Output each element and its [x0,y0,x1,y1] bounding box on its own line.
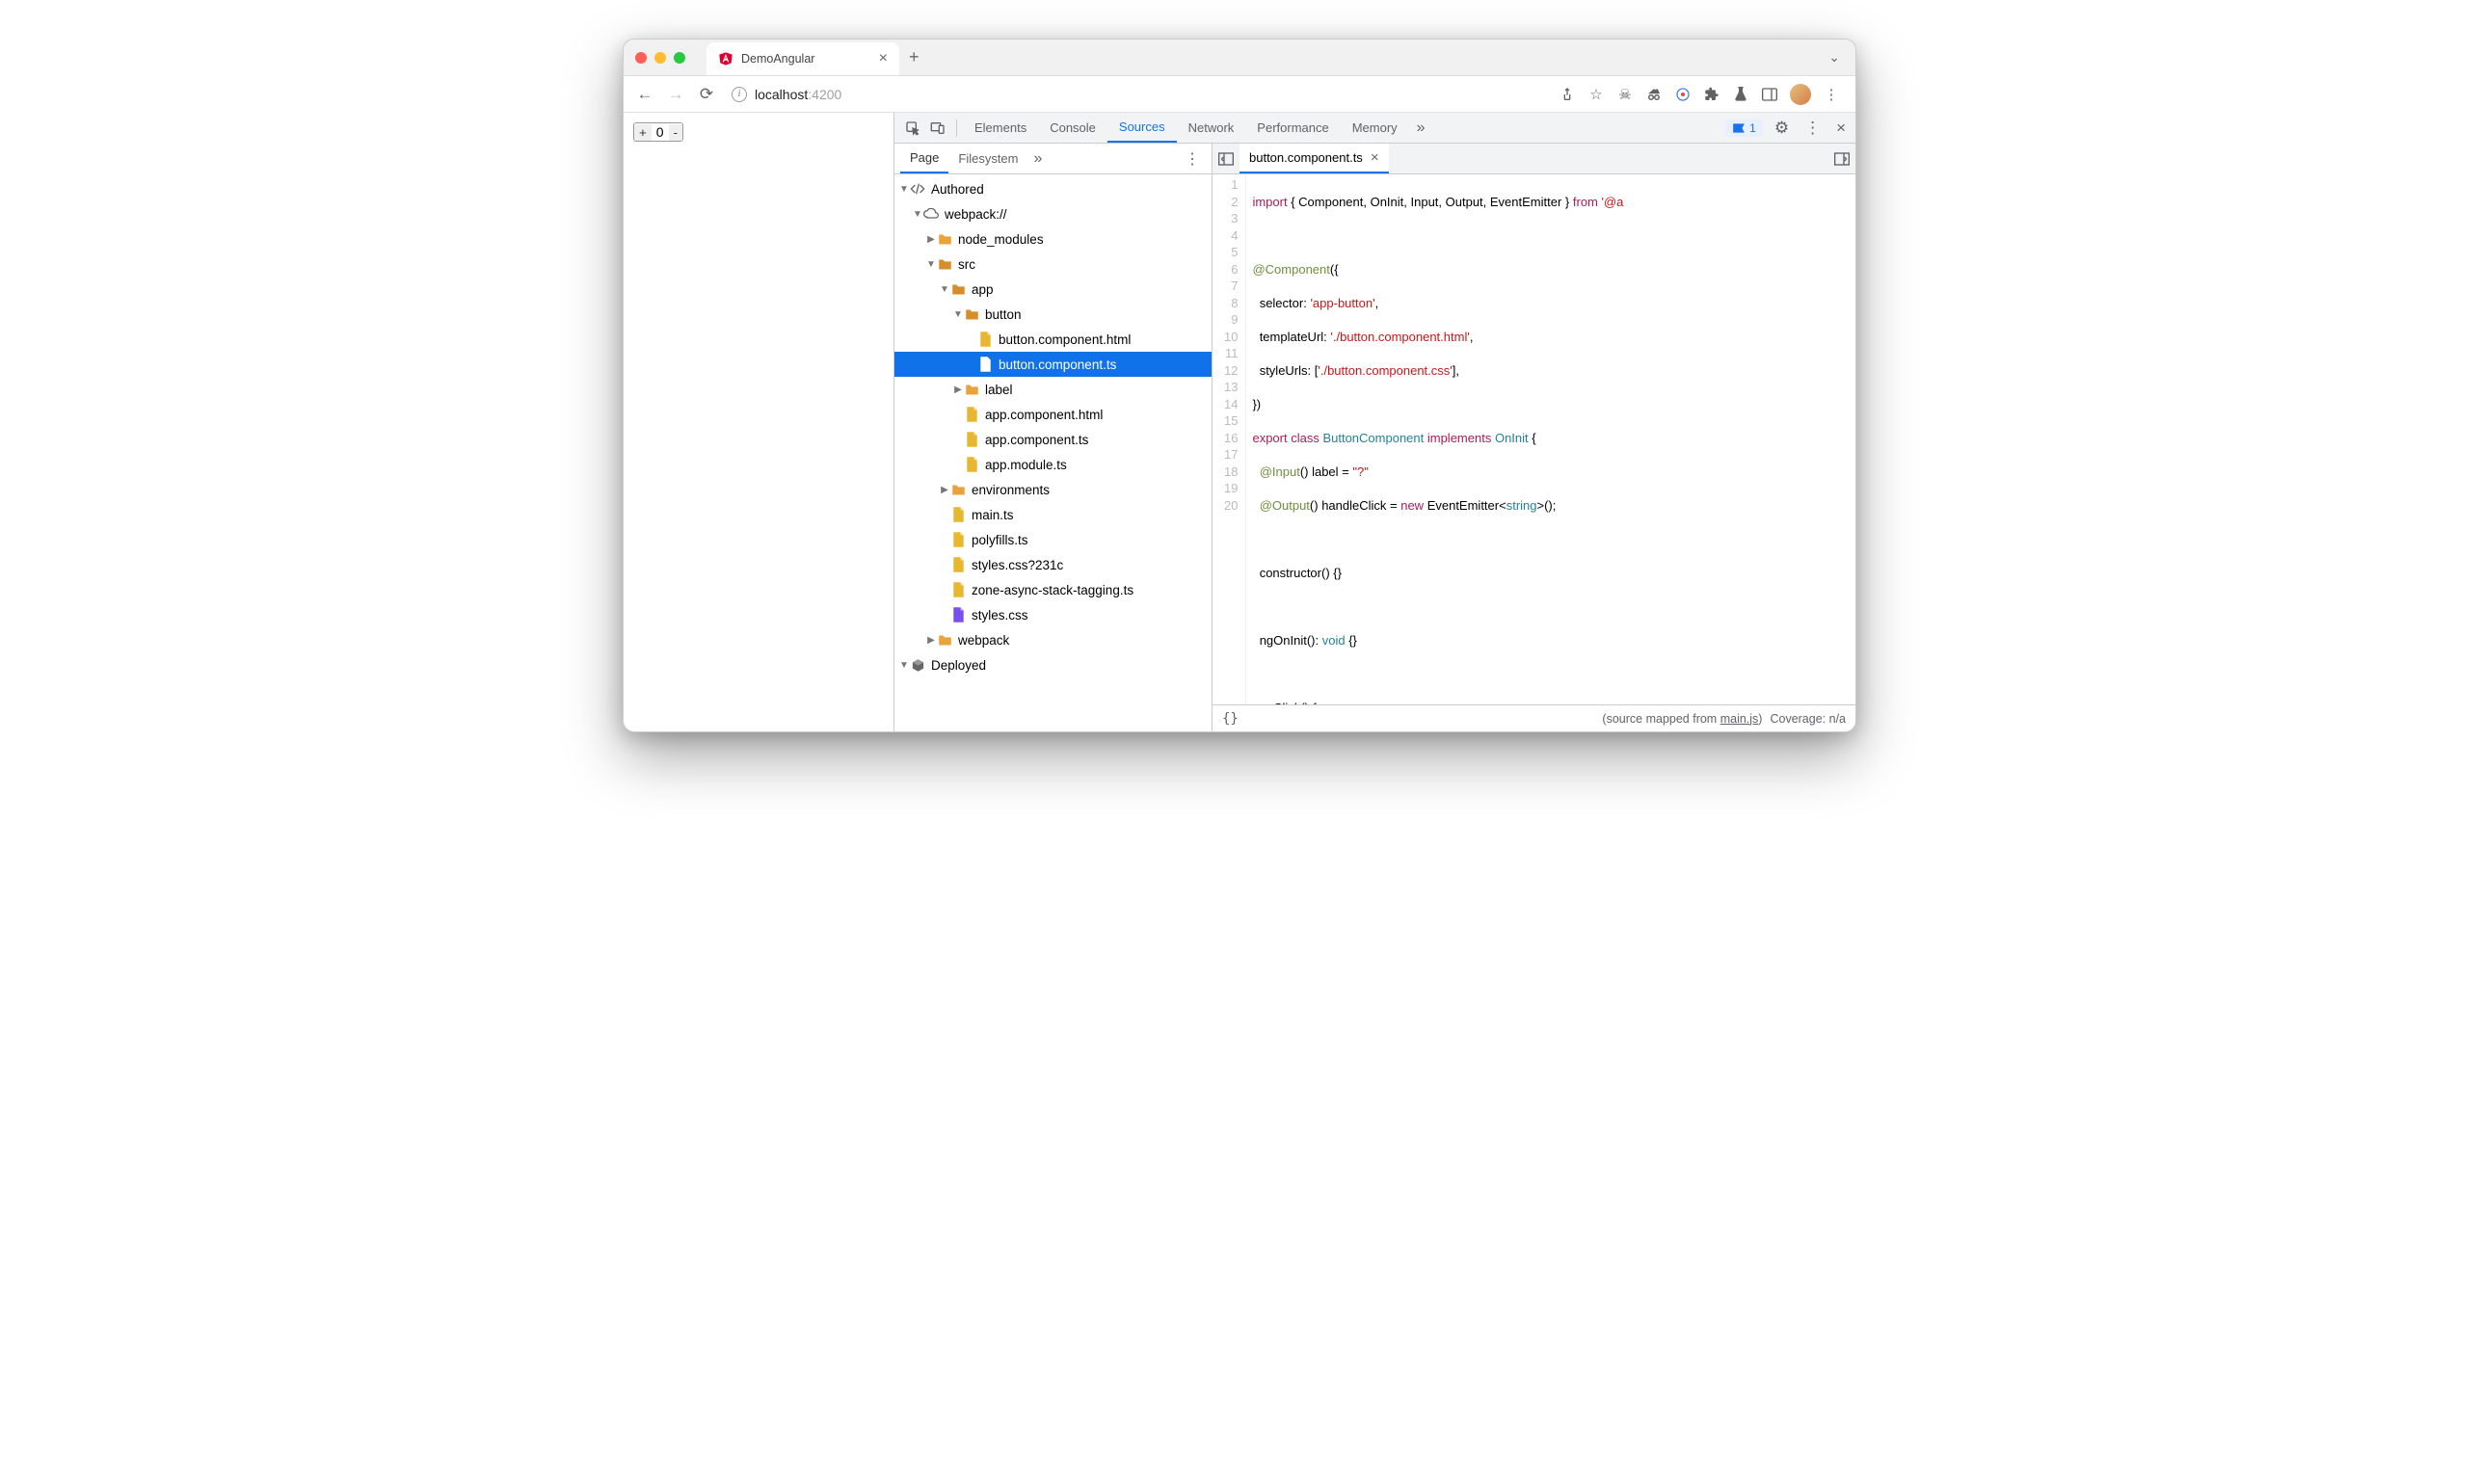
source-mapped-text: (source mapped from main.js) [1602,712,1762,726]
browser-tab[interactable]: DemoAngular × [706,42,899,75]
tree-button-html[interactable]: button.component.html [894,327,1212,352]
flask-icon[interactable] [1732,86,1749,103]
side-panel-icon[interactable] [1761,86,1778,103]
line-gutter: 1234567891011121314151617181920 [1213,174,1246,704]
skull-extension-icon[interactable]: ☠ [1616,86,1634,103]
tree-main-ts[interactable]: main.ts [894,502,1212,527]
site-info-icon[interactable]: i [732,87,747,102]
tab-title: DemoAngular [741,52,871,66]
tree-polyfills[interactable]: polyfills.ts [894,527,1212,552]
tree-app-html[interactable]: app.component.html [894,402,1212,427]
tree-app-ts[interactable]: app.component.ts [894,427,1212,452]
issues-badge[interactable]: 1 [1725,119,1763,137]
profile-avatar[interactable] [1790,84,1811,105]
tree-webpack-folder[interactable]: ▶webpack [894,627,1212,652]
traffic-lights [635,52,685,64]
code-content: import { Component, OnInit, Input, Outpu… [1246,174,1629,704]
devtools-tabs: Elements Console Sources Network Perform… [894,113,1855,144]
sources-sidebar-tabs: Page Filesystem » ⋮ [894,144,1212,174]
more-tabs-icon[interactable]: » [1409,119,1433,137]
file-tree: ▼Authored ▼webpack:// ▶node_modules ▼src… [894,174,1212,731]
tree-environments[interactable]: ▶environments [894,477,1212,502]
tree-deployed[interactable]: ▼Deployed [894,652,1212,677]
source-map-link[interactable]: main.js [1720,712,1759,726]
extensions-icon[interactable] [1703,86,1720,103]
toolbar-icons: ☆ ☠ ⋮ [1551,84,1848,105]
inspect-element-icon[interactable] [900,116,925,141]
tab-sources[interactable]: Sources [1107,113,1177,143]
sidebar-menu-icon[interactable]: ⋮ [1179,149,1206,169]
back-button[interactable]: ← [631,81,658,108]
devtools-body: Page Filesystem » ⋮ ▼Authored ▼webpack:/… [894,144,1855,731]
titlebar: DemoAngular × + ⌄ [624,40,1855,76]
editor-tabs: button.component.ts × [1213,144,1855,174]
editor-statusbar: {} (source mapped from main.js) Coverage… [1213,704,1855,731]
brackets-icon[interactable]: {} [1222,711,1239,727]
debugger-toggle-icon[interactable] [1828,152,1855,166]
tree-styles-q[interactable]: styles.css?231c [894,552,1212,577]
url-box[interactable]: i localhost:4200 [724,87,1547,102]
sidebar-tab-filesystem[interactable]: Filesystem [948,144,1027,173]
circle-extension-icon[interactable] [1674,86,1692,103]
body: + 0 - Elements Console Sources Network P… [624,113,1855,731]
tree-button-ts[interactable]: button.component.ts [894,352,1212,377]
sidebar-more-icon[interactable]: » [1028,150,1049,168]
browser-menu-icon[interactable]: ⋮ [1823,86,1840,103]
tree-zone[interactable]: zone-async-stack-tagging.ts [894,577,1212,602]
browser-window: DemoAngular × + ⌄ ← → ⟳ i localhost:4200… [623,39,1856,732]
editor-area: button.component.ts × 123456789101112131… [1213,144,1855,731]
tree-button-folder[interactable]: ▼button [894,302,1212,327]
issues-icon [1732,122,1746,134]
sidebar-tab-page[interactable]: Page [900,144,948,173]
tree-label-folder[interactable]: ▶label [894,377,1212,402]
incognito-extension-icon[interactable] [1645,86,1663,103]
share-icon[interactable] [1559,86,1576,103]
window-close-button[interactable] [635,52,647,64]
tree-node-modules[interactable]: ▶node_modules [894,226,1212,252]
device-toolbar-icon[interactable] [925,116,950,141]
reload-button[interactable]: ⟳ [693,81,720,108]
counter-widget: + 0 - [633,122,683,142]
forward-button[interactable]: → [662,81,689,108]
page-content: + 0 - [624,113,893,731]
tree-webpack-scheme[interactable]: ▼webpack:// [894,201,1212,226]
tab-close-icon[interactable]: × [879,50,888,67]
editor-tab-active[interactable]: button.component.ts × [1240,144,1389,173]
editor-tab-label: button.component.ts [1249,150,1363,165]
tab-network[interactable]: Network [1177,113,1246,143]
tab-performance[interactable]: Performance [1245,113,1340,143]
devtools: Elements Console Sources Network Perform… [893,113,1855,731]
tree-app[interactable]: ▼app [894,277,1212,302]
bookmark-star-icon[interactable]: ☆ [1587,86,1605,103]
url-text: localhost:4200 [755,87,841,102]
tree-src[interactable]: ▼src [894,252,1212,277]
counter-plus-button[interactable]: + [634,124,652,141]
sources-sidebar: Page Filesystem » ⋮ ▼Authored ▼webpack:/… [894,144,1213,731]
angular-icon [718,51,733,66]
tree-app-module[interactable]: app.module.ts [894,452,1212,477]
settings-gear-icon[interactable]: ⚙ [1771,119,1793,138]
devtools-menu-icon[interactable]: ⋮ [1800,119,1825,138]
tab-console[interactable]: Console [1038,113,1107,143]
window-minimize-button[interactable] [654,52,666,64]
addressbar: ← → ⟳ i localhost:4200 ☆ ☠ ⋮ [624,76,1855,113]
tree-authored[interactable]: ▼Authored [894,176,1212,201]
counter-minus-button[interactable]: - [669,124,682,141]
editor-tab-close-icon[interactable]: × [1371,149,1379,166]
navigator-toggle-icon[interactable] [1213,152,1240,166]
devtools-close-icon[interactable]: × [1832,119,1850,138]
code-editor[interactable]: 1234567891011121314151617181920 import {… [1213,174,1855,704]
tree-styles-css[interactable]: styles.css [894,602,1212,627]
window-maximize-button[interactable] [674,52,685,64]
counter-value: 0 [652,123,669,141]
tab-memory[interactable]: Memory [1341,113,1409,143]
coverage-text: Coverage: n/a [1770,712,1846,726]
tab-elements[interactable]: Elements [963,113,1038,143]
new-tab-button[interactable]: + [909,47,920,67]
chevron-down-icon[interactable]: ⌄ [1828,49,1840,66]
